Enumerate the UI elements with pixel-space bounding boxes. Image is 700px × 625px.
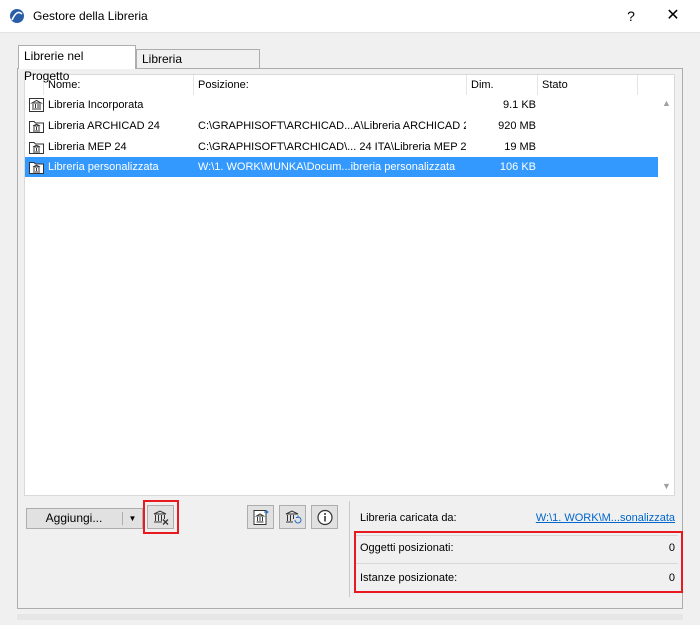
- library-export-icon: [253, 510, 269, 525]
- folder-library-icon: [29, 162, 44, 174]
- table-row[interactable]: Libreria MEP 24 C:\GRAPHISOFT\ARCHICAD\.…: [25, 137, 658, 157]
- table-row[interactable]: Libreria ARCHICAD 24 C:\GRAPHISOFT\ARCHI…: [25, 116, 658, 136]
- footer-strip: [17, 614, 683, 620]
- tab-custom-library[interactable]: Libreria personalizzata: [136, 49, 260, 84]
- list-header: Nome: Posizione: Dim. Stato: [25, 75, 658, 95]
- add-button[interactable]: Aggiungi...: [27, 509, 121, 528]
- row-name: Libreria MEP 24: [48, 141, 127, 153]
- library-info-button[interactable]: [311, 505, 338, 529]
- scroll-down-icon[interactable]: ▼: [658, 478, 674, 495]
- window-title: Gestore della Libreria: [33, 9, 148, 23]
- archicad-logo-icon: [10, 9, 24, 23]
- library-reload-icon: [285, 510, 302, 524]
- column-header-status[interactable]: Stato: [538, 75, 638, 95]
- help-button[interactable]: ?: [611, 2, 651, 30]
- column-header-position[interactable]: Posizione:: [194, 75, 467, 95]
- vertical-scrollbar[interactable]: ▲ ▼: [658, 75, 674, 495]
- loaded-from-link[interactable]: W:\1. WORK\M...sonalizzata: [520, 512, 675, 524]
- triangle-down-icon[interactable]: ▼: [123, 509, 142, 528]
- row-position: W:\1. WORK\MUNKA\Docum...ibreria persona…: [198, 161, 456, 173]
- highlight-box: [143, 500, 179, 534]
- add-button-group: Aggiungi... ▼: [26, 508, 143, 529]
- row-name: Libreria ARCHICAD 24: [48, 120, 160, 132]
- info-circle-icon: [317, 509, 333, 526]
- row-position: C:\GRAPHISOFT\ARCHICAD...A\Libreria ARCH…: [198, 120, 466, 132]
- folder-library-icon: [29, 121, 44, 133]
- loaded-from-label: Libreria caricata da:: [360, 512, 457, 524]
- folder-library-icon: [29, 142, 44, 154]
- row-size: 19 MB: [504, 141, 536, 153]
- close-button[interactable]: ✕: [650, 2, 696, 30]
- highlight-box: [354, 531, 683, 593]
- title-bar: Gestore della Libreria ? ✕: [0, 0, 700, 33]
- tab-project-libraries[interactable]: Librerie nel Progetto: [18, 45, 136, 83]
- export-library-button[interactable]: [247, 505, 274, 529]
- vertical-divider: [349, 501, 350, 597]
- row-size: 920 MB: [498, 120, 536, 132]
- embedded-library-icon: [29, 98, 44, 112]
- row-position: C:\GRAPHISOFT\ARCHICAD\... 24 ITA\Librer…: [198, 141, 466, 153]
- column-header-size[interactable]: Dim.: [467, 75, 538, 95]
- scroll-up-icon[interactable]: ▲: [658, 95, 674, 112]
- row-size: 106 KB: [499, 161, 536, 173]
- row-size: 9.1 KB: [502, 99, 536, 111]
- row-name: Libreria Incorporata: [48, 99, 144, 111]
- table-row-selected[interactable]: Libreria personalizzata W:\1. WORK\MUNKA…: [25, 157, 658, 177]
- table-row[interactable]: Libreria Incorporata 9.1 KB: [25, 95, 658, 115]
- library-list[interactable]: Nome: Posizione: Dim. Stato Libreria Inc…: [24, 74, 675, 496]
- reload-library-button[interactable]: [279, 505, 306, 529]
- row-name: Libreria personalizzata: [48, 161, 159, 173]
